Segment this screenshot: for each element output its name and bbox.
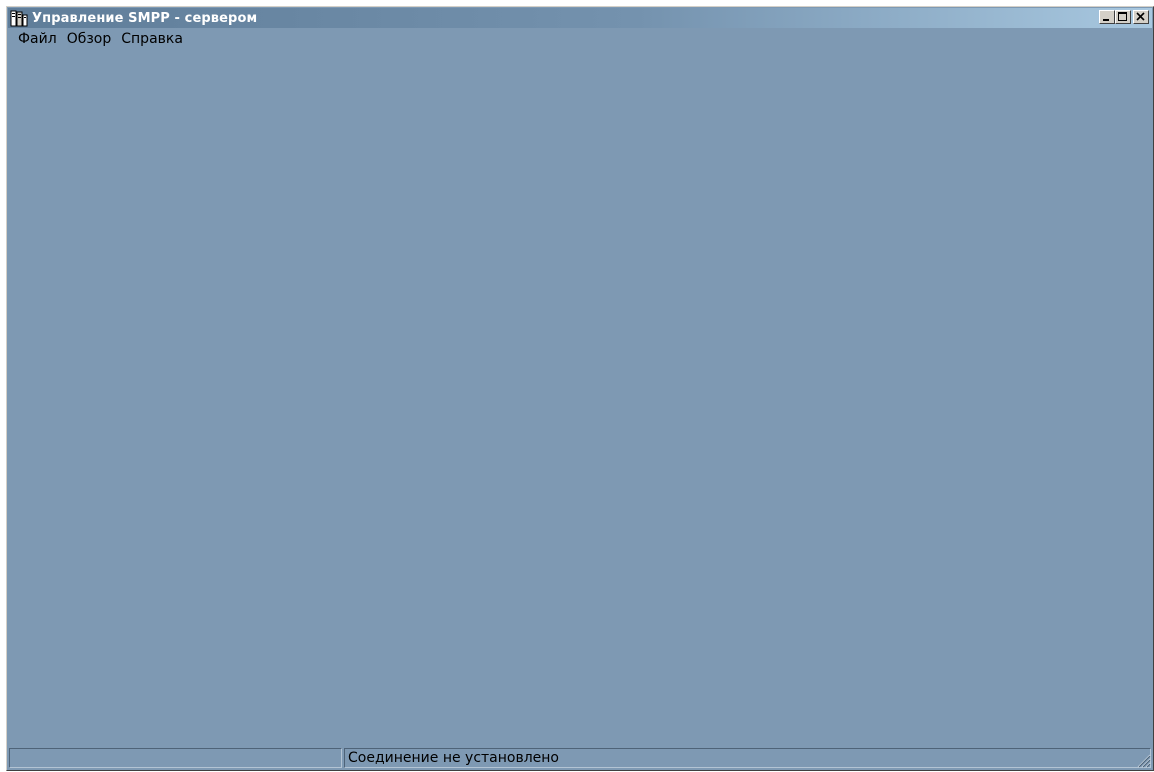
- maximize-button[interactable]: [1115, 10, 1131, 24]
- client-area: [8, 50, 1152, 748]
- main-window: Управление SMPP - сервером Файл Обзор Сп…: [6, 6, 1154, 771]
- menu-bar: Файл Обзор Справка: [8, 29, 1152, 49]
- minimize-icon: [1103, 19, 1109, 21]
- status-panel-1: [9, 748, 342, 768]
- close-icon: [1136, 12, 1145, 21]
- title-buttons: [1099, 10, 1149, 24]
- resize-grip-icon[interactable]: [1135, 752, 1151, 768]
- menu-file[interactable]: Файл: [13, 30, 62, 48]
- title-bar[interactable]: Управление SMPP - сервером: [8, 8, 1152, 28]
- connection-status: Соединение не установлено: [344, 748, 1151, 768]
- status-bar: Соединение не установлено: [9, 748, 1151, 768]
- server-app-icon[interactable]: [10, 10, 28, 27]
- close-button[interactable]: [1133, 10, 1149, 24]
- menu-help[interactable]: Справка: [116, 30, 188, 48]
- window-title: Управление SMPP - сервером: [32, 10, 258, 26]
- minimize-button[interactable]: [1099, 10, 1115, 24]
- menu-view[interactable]: Обзор: [62, 30, 117, 48]
- maximize-icon: [1118, 12, 1127, 21]
